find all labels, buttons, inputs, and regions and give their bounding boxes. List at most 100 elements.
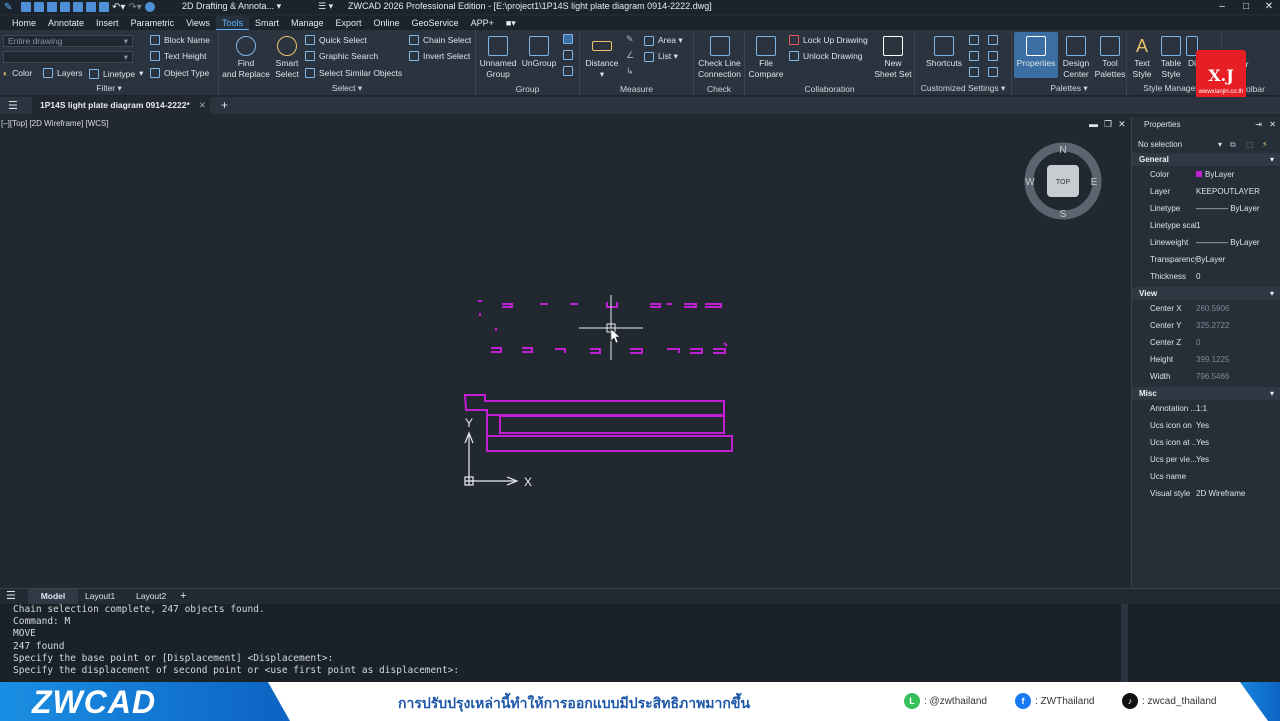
menu-tab-parametric[interactable]: Parametric bbox=[125, 16, 181, 30]
menu-tab-insert[interactable]: Insert bbox=[90, 16, 125, 30]
layout1-tab[interactable]: Layout1 bbox=[85, 589, 115, 604]
property-value[interactable]: 2D Wireframe bbox=[1196, 489, 1280, 498]
property-value[interactable]: ———— ByLayer bbox=[1196, 204, 1280, 213]
selection-combo[interactable]: No selection ▾ ⧉ ⬚ ⚡ bbox=[1132, 137, 1280, 153]
save-icon[interactable] bbox=[47, 2, 57, 12]
select-panel-title[interactable]: Select ▾ bbox=[219, 83, 475, 94]
property-value[interactable]: Yes bbox=[1196, 438, 1280, 447]
undo-icon[interactable]: ↶▾ bbox=[112, 2, 125, 13]
new-file-icon[interactable] bbox=[21, 2, 31, 12]
property-row[interactable]: Visual style 2D Wireframe bbox=[1132, 485, 1280, 502]
ungroup-button[interactable]: UnGroup bbox=[520, 36, 558, 69]
property-row[interactable]: Ucs per vie... Yes bbox=[1132, 451, 1280, 468]
property-row[interactable]: Linetype scale1 bbox=[1132, 217, 1280, 234]
property-row[interactable]: Color ByLayer bbox=[1132, 166, 1280, 183]
document-tab[interactable]: 1P14S light plate diagram 0914-2222* ✕ bbox=[32, 97, 210, 114]
close-tab-icon[interactable]: ✕ bbox=[199, 97, 206, 114]
property-value[interactable]: 0 bbox=[1196, 272, 1280, 281]
import-settings-icon[interactable] bbox=[969, 51, 979, 61]
property-value[interactable]: 0 bbox=[1196, 338, 1280, 347]
property-value[interactable]: ByLayer bbox=[1196, 255, 1280, 264]
property-row[interactable]: Center Z 0 bbox=[1132, 334, 1280, 351]
check-line-connection-button[interactable]: Check Line Connection bbox=[696, 36, 743, 80]
menu-tab-online[interactable]: Online bbox=[368, 16, 406, 30]
invert-select-button[interactable]: Invert Select bbox=[409, 51, 470, 61]
add-layout-button[interactable]: + bbox=[180, 589, 186, 604]
distance-button[interactable]: Distance ▾ bbox=[583, 36, 621, 80]
text-height-button[interactable]: Text Height bbox=[150, 51, 207, 61]
model-tab[interactable]: Model bbox=[28, 589, 78, 604]
file-compare-button[interactable]: File Compare bbox=[747, 36, 785, 80]
layout2-tab[interactable]: Layout2 bbox=[136, 589, 166, 604]
layers-filter-button[interactable]: Layers bbox=[43, 68, 83, 78]
save-as-icon[interactable] bbox=[60, 2, 70, 12]
workspace-selector[interactable]: 2D Drafting & Annota... ▾ bbox=[182, 1, 281, 12]
menu-tab-app-[interactable]: APP+ bbox=[465, 16, 500, 30]
property-value[interactable]: 796.5466 bbox=[1196, 372, 1280, 381]
list-button[interactable]: List ▾ bbox=[644, 51, 678, 62]
smart-select-button[interactable]: Smart Select bbox=[272, 36, 302, 80]
block-name-button[interactable]: Block Name bbox=[150, 35, 210, 45]
find-replace-button[interactable]: Find and Replace bbox=[222, 36, 270, 80]
property-row[interactable]: Thickness 0 bbox=[1132, 268, 1280, 285]
workspace-icon[interactable] bbox=[144, 2, 155, 12]
filter-combo[interactable]: ▾ bbox=[3, 51, 133, 63]
tiktok-contact[interactable]: ♪ : zwcad_thailand bbox=[1122, 693, 1217, 709]
property-value[interactable]: ByLayer bbox=[1196, 170, 1280, 179]
menu-tab-smart[interactable]: Smart bbox=[249, 16, 285, 30]
line-contact[interactable]: L : @zwthailand bbox=[904, 693, 987, 709]
menu-tab-geoservice[interactable]: GeoService bbox=[406, 16, 465, 30]
property-row[interactable]: Width 796.5466 bbox=[1132, 368, 1280, 385]
property-row[interactable]: Center Y 325.2722 bbox=[1132, 317, 1280, 334]
property-value[interactable]: 1:1 bbox=[1196, 404, 1280, 413]
hamburger-menu-icon[interactable]: ☰ bbox=[8, 99, 18, 112]
command-line-history[interactable]: Chain selection complete, 247 objects fo… bbox=[0, 604, 1128, 682]
menu-tab-annotate[interactable]: Annotate bbox=[42, 16, 90, 30]
property-row[interactable]: Center X 260.5906 bbox=[1132, 300, 1280, 317]
toggle-pickadd-icon[interactable]: ⧉ bbox=[1230, 137, 1236, 153]
color-filter-button[interactable]: ◐ Color bbox=[3, 68, 32, 78]
view-section-header[interactable]: View ▾ bbox=[1132, 287, 1280, 300]
tool-manager-icon[interactable] bbox=[988, 51, 998, 61]
menu-tab-manage[interactable]: Manage bbox=[285, 16, 330, 30]
cui-manager-icon[interactable] bbox=[988, 35, 998, 45]
menu-tab-views[interactable]: Views bbox=[180, 16, 216, 30]
new-sheet-set-button[interactable]: New Sheet Set bbox=[873, 36, 913, 80]
property-value[interactable]: Yes bbox=[1196, 421, 1280, 430]
measure-angle-icon[interactable]: ∠ bbox=[626, 50, 634, 61]
property-row[interactable]: Ucs name bbox=[1132, 468, 1280, 485]
property-value[interactable]: 399.1225 bbox=[1196, 355, 1280, 364]
area-button[interactable]: Area ▾ bbox=[644, 35, 683, 46]
property-row[interactable]: Height 399.1225 bbox=[1132, 351, 1280, 368]
light-plate-drawing[interactable] bbox=[463, 300, 733, 452]
tool-palettes-button[interactable]: Tool Palettes bbox=[1094, 36, 1126, 80]
reset-settings-icon[interactable] bbox=[988, 67, 998, 77]
property-value[interactable]: ———— ByLayer bbox=[1196, 238, 1280, 247]
layout-menu-icon[interactable]: ☰ bbox=[6, 589, 16, 604]
publish-icon[interactable] bbox=[99, 2, 109, 12]
property-row[interactable]: Transparency ByLayer bbox=[1132, 251, 1280, 268]
chain-select-button[interactable]: Chain Select bbox=[409, 35, 471, 45]
property-row[interactable]: Linetype ———— ByLayer bbox=[1132, 200, 1280, 217]
misc-section-header[interactable]: Misc ▾ bbox=[1132, 387, 1280, 400]
new-tab-button[interactable]: + bbox=[221, 98, 228, 112]
shortcuts-button[interactable]: Shortcuts bbox=[923, 36, 965, 69]
measure-point-icon[interactable]: ↳ bbox=[626, 66, 634, 77]
facebook-contact[interactable]: f : ZWThailand bbox=[1015, 693, 1094, 709]
open-file-icon[interactable] bbox=[34, 2, 44, 12]
design-center-button[interactable]: Design Center bbox=[1060, 36, 1092, 80]
property-value[interactable]: Yes bbox=[1196, 455, 1280, 464]
customized-settings-title[interactable]: Customized Settings ▾ bbox=[915, 83, 1011, 94]
property-value[interactable]: 325.2722 bbox=[1196, 321, 1280, 330]
command-scrollbar[interactable] bbox=[1121, 604, 1128, 682]
quick-select-button[interactable]: Quick Select bbox=[305, 35, 367, 45]
print-icon[interactable] bbox=[73, 2, 83, 12]
lock-drawing-button[interactable]: Lock Up Drawing bbox=[789, 35, 868, 45]
property-row[interactable]: Ucs icon at ... Yes bbox=[1132, 434, 1280, 451]
menu-tab-export[interactable]: Export bbox=[330, 16, 368, 30]
unnamed-group-button[interactable]: Unnamed Group bbox=[478, 36, 518, 80]
plot-icon[interactable] bbox=[86, 2, 96, 12]
object-type-button[interactable]: Object Type bbox=[150, 68, 209, 78]
quick-select-icon[interactable]: ⚡ bbox=[1262, 137, 1268, 153]
auto-hide-icon[interactable]: ⇥ bbox=[1255, 117, 1262, 133]
